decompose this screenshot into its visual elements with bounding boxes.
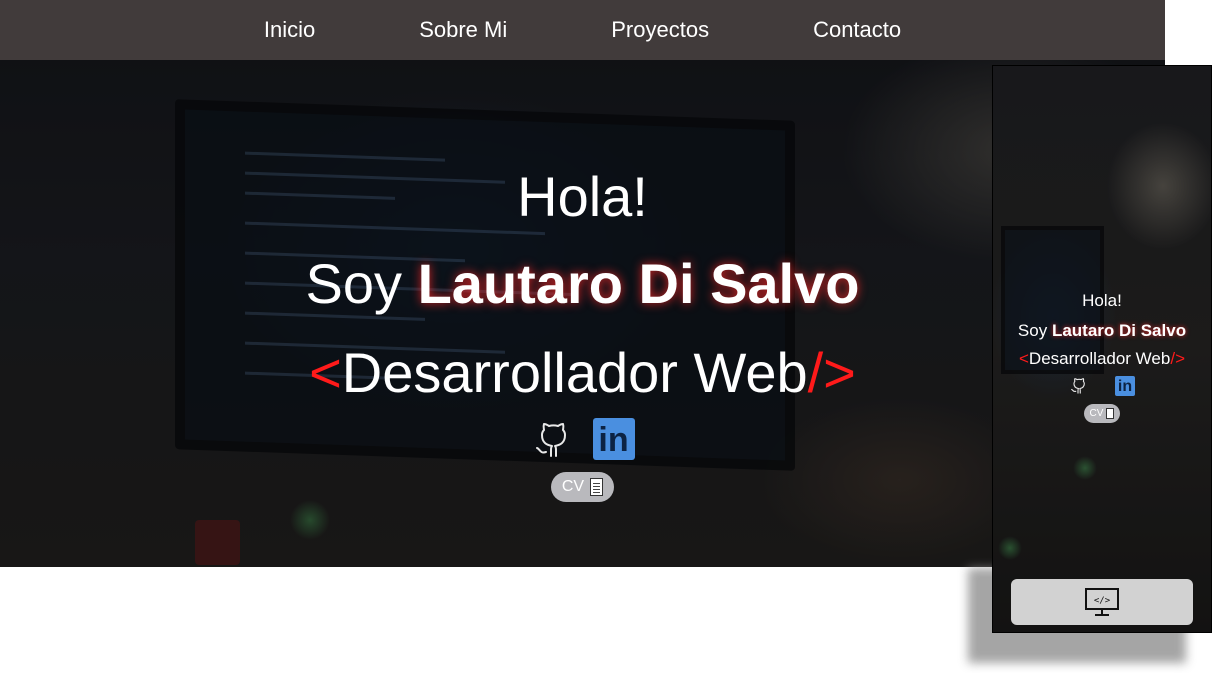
code-monitor-icon: </> (1085, 588, 1119, 616)
hero-intro: Soy (305, 252, 403, 315)
mobile-hero-role-line: <Desarrollador Web/> (993, 348, 1211, 370)
desktop-view: Inicio Sobre Mi Proyectos Contacto Hola!… (0, 0, 1165, 567)
hero-intro-line: Soy Lautaro Di Salvo (0, 234, 1165, 334)
hero-greeting: Hola! (517, 165, 648, 228)
mobile-bracket-close: /> (1170, 349, 1185, 368)
mobile-document-icon (1106, 408, 1115, 419)
nav-item-inicio[interactable]: Inicio (264, 17, 315, 43)
mobile-github-icon[interactable] (1069, 376, 1087, 394)
hero-name: Lautaro Di Salvo (417, 252, 860, 315)
hero-role-line: <Desarrollador Web/> (0, 334, 1165, 412)
document-icon (590, 478, 604, 496)
mobile-bracket-open: < (1018, 349, 1029, 368)
mobile-hero-intro-line: Soy Lautaro Di Salvo (993, 314, 1211, 348)
nav-item-sobre-mi[interactable]: Sobre Mi (419, 17, 507, 43)
social-links: in (0, 418, 1165, 460)
bracket-close: /> (807, 341, 856, 404)
top-nav: Inicio Sobre Mi Proyectos Contacto (0, 0, 1165, 60)
hero-content: Hola! Soy Lautaro Di Salvo <Desarrollado… (0, 160, 1165, 502)
linkedin-icon[interactable]: in (592, 418, 635, 460)
cv-label: CV (561, 478, 585, 495)
nav-item-proyectos[interactable]: Proyectos (611, 17, 709, 43)
mobile-menu-button[interactable]: </> (1011, 579, 1193, 625)
mobile-hero-greeting: Hola! (1082, 291, 1122, 310)
github-icon[interactable] (531, 418, 571, 458)
mobile-preview: Hola! Soy Lautaro Di Salvo <Desarrollado… (992, 65, 1212, 633)
mobile-social-links: in (993, 376, 1211, 396)
mobile-hero-content: Hola! Soy Lautaro Di Salvo <Desarrollado… (993, 288, 1211, 423)
mobile-hero-role: Desarrollador Web (1028, 349, 1171, 368)
mobile-cv-download-button[interactable]: CV (1083, 404, 1121, 423)
bracket-open: < (309, 341, 342, 404)
hero-role: Desarrollador Web (341, 341, 808, 404)
nav-item-contacto[interactable]: Contacto (813, 17, 901, 43)
mobile-linkedin-icon[interactable]: in (1115, 376, 1135, 396)
mobile-hero-name: Lautaro Di Salvo (1051, 321, 1187, 340)
svg-text:</>: </> (1094, 596, 1111, 606)
mobile-cv-label: CV (1089, 408, 1104, 419)
cv-download-button[interactable]: CV (550, 472, 615, 502)
mobile-hero-intro: Soy (1017, 321, 1048, 340)
